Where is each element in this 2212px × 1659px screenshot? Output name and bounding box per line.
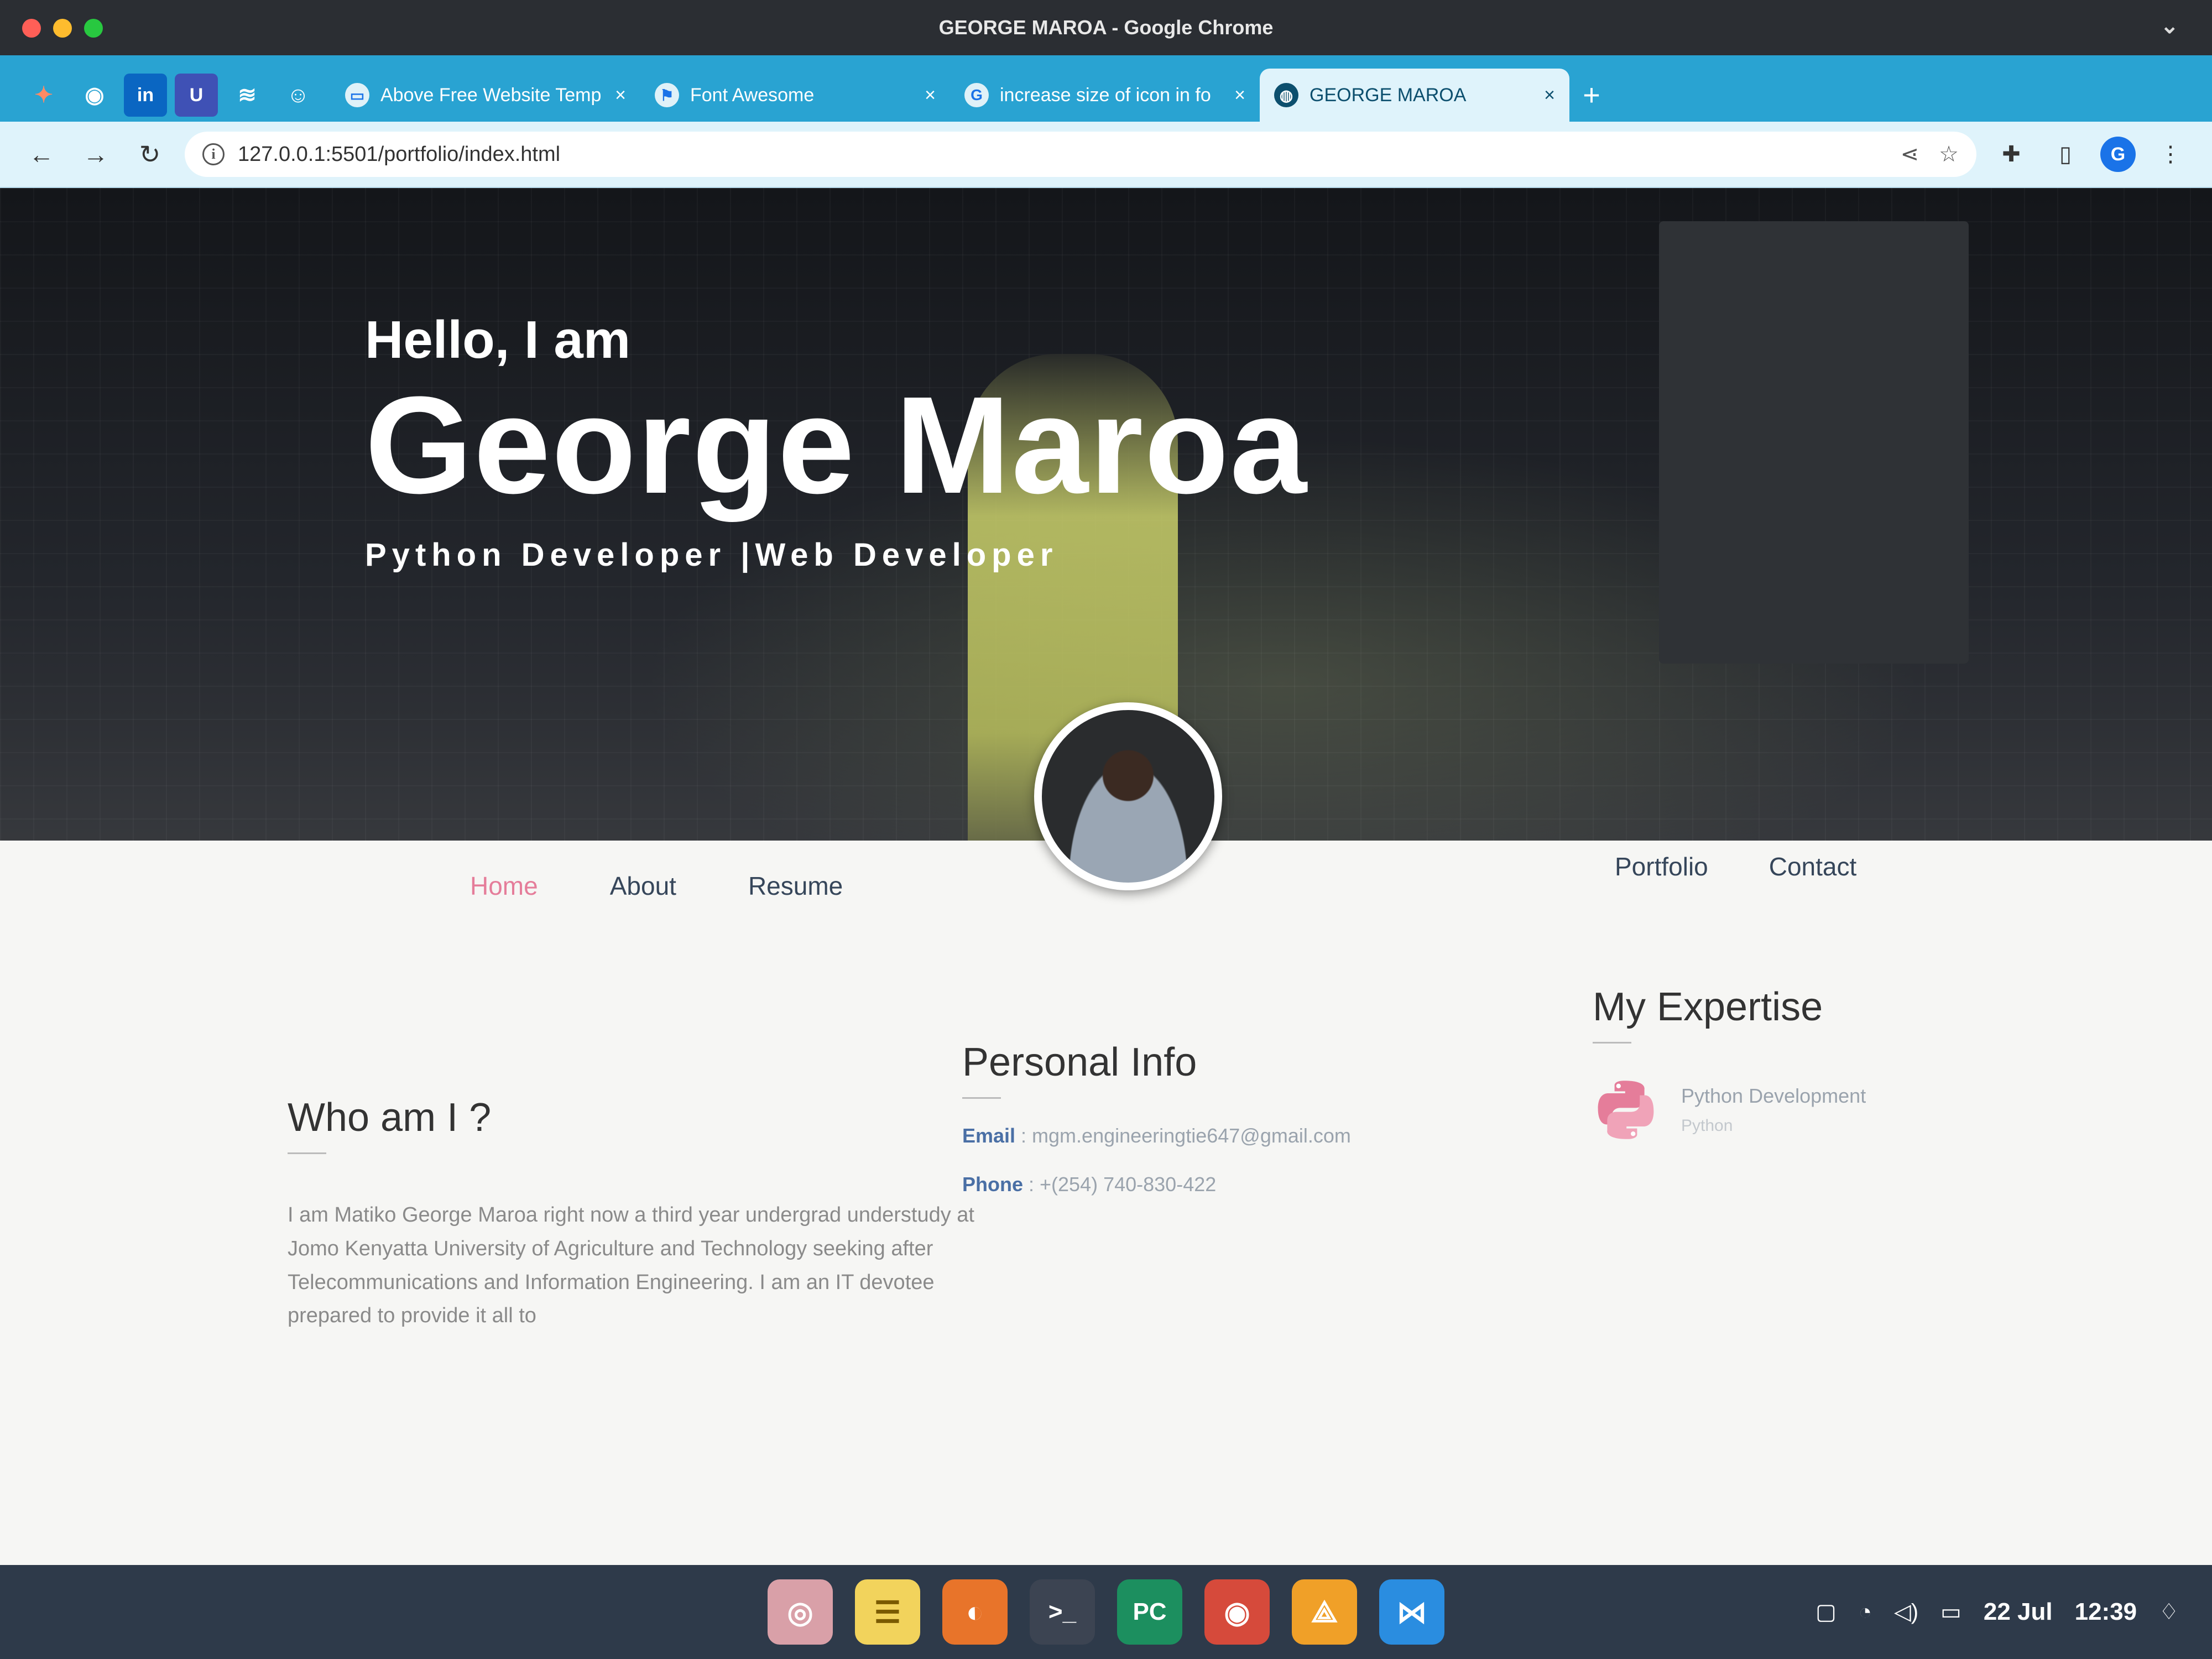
share-icon[interactable]: ⋖ [1901, 142, 1919, 167]
vscode-icon[interactable]: ⋈ [1379, 1579, 1444, 1645]
hero-text: Hello, I am George Maroa Python Develope… [365, 310, 1308, 573]
section-divider [288, 1152, 326, 1154]
new-tab-button[interactable]: + [1569, 69, 1614, 122]
nav-right: Portfolio Contact [1615, 852, 1856, 881]
google-icon: G [964, 83, 989, 107]
pinned-tab-copilot[interactable]: ☺ [276, 74, 320, 117]
expertise-item-subtitle: Python [1681, 1117, 1733, 1135]
expertise-text: Python Development Python [1681, 1084, 1866, 1135]
hero-background-window [1659, 221, 1969, 664]
url-text[interactable]: 127.0.0.1:5501/portfolio/index.html [238, 143, 560, 166]
who-text: I am Matiko George Maroa right now a thi… [288, 1203, 974, 1328]
notes-app-icon[interactable]: ☰ [855, 1579, 920, 1645]
terminal-icon[interactable]: >_ [1030, 1579, 1095, 1645]
email-label: Email [962, 1124, 1016, 1147]
close-window-button[interactable] [22, 19, 41, 38]
os-taskbar: ◎ ☰ ◐ >_ PC ◉ ⟁ ⋈ ▢ ◔ ◁) ▭ 22 Jul 12:39 … [0, 1565, 2212, 1659]
section-divider [1593, 1042, 1631, 1044]
omnibox-actions: ⋖ ☆ [1901, 142, 1959, 167]
notification-square-icon[interactable]: ▢ [1815, 1599, 1837, 1625]
reload-icon[interactable]: ↻ [131, 135, 169, 174]
minimize-window-button[interactable] [53, 19, 72, 38]
forward-arrow-icon[interactable]: → [76, 135, 115, 174]
who-section: Who am I ? I am Matiko George Maroa righ… [288, 1095, 979, 1333]
tab-strip: ✦ ◉ in U ≋ ☺ ▭ Above Free Website Temp ×… [0, 55, 2212, 122]
battery-icon[interactable]: ▭ [1940, 1599, 1961, 1625]
tab-font-awesome[interactable]: ⚑ Font Awesome × [640, 69, 950, 122]
profile-photo [1034, 702, 1222, 890]
phone-value[interactable]: : +(254) 740-830-422 [1029, 1173, 1216, 1196]
tab-title: GEORGE MAROA [1310, 84, 1467, 106]
close-icon[interactable]: × [1234, 85, 1245, 106]
nav-left: Home About Resume [470, 871, 843, 901]
tab-google-search[interactable]: G increase size of icon in fo × [950, 69, 1260, 122]
back-arrow-icon[interactable]: ← [22, 135, 61, 174]
phone-label: Phone [962, 1173, 1024, 1196]
screenshot-app-icon[interactable]: ◎ [768, 1579, 833, 1645]
pinned-tab-github[interactable]: ◉ [73, 74, 116, 117]
tab-title: increase size of icon in fo [1000, 84, 1211, 106]
tab-title: Font Awesome [690, 84, 815, 106]
firefox-icon[interactable]: ◐ [942, 1579, 1008, 1645]
system-tray: ▢ ◔ ◁) ▭ 22 Jul 12:39 ♢ [1815, 1565, 2179, 1659]
nav-contact[interactable]: Contact [1769, 852, 1857, 881]
tab-above-template[interactable]: ▭ Above Free Website Temp × [331, 69, 640, 122]
info-icon[interactable]: i [202, 143, 225, 165]
diagram-app-icon[interactable]: ⟁ [1292, 1579, 1357, 1645]
hero-greeting: Hello, I am [365, 310, 631, 369]
date-text[interactable]: 22 Jul [1984, 1598, 2053, 1626]
pinned-tab-u[interactable]: U [175, 74, 218, 117]
personal-info-section: Personal Info Email: mgm.engineeringtie6… [962, 1040, 1543, 1196]
close-icon[interactable]: × [925, 85, 936, 106]
nav-resume[interactable]: Resume [748, 871, 843, 901]
extensions-puzzle-icon[interactable]: ✚ [1992, 135, 2031, 174]
nav-home[interactable]: Home [470, 871, 538, 901]
maximize-window-button[interactable] [84, 19, 103, 38]
volume-icon[interactable]: ◁) [1894, 1599, 1918, 1625]
expertise-section: My Expertise Python Development Python [1593, 984, 2090, 1143]
python-icon [1598, 1081, 1654, 1139]
wifi-icon[interactable]: ◔ [1859, 1600, 1872, 1625]
address-bar[interactable]: i 127.0.0.1:5501/portfolio/index.html ⋖ … [185, 132, 1976, 177]
tab-title: Above Free Website Temp [380, 84, 602, 106]
pinned-tabs: ✦ ◉ in U ≋ ☺ [22, 69, 320, 122]
kebab-menu-icon[interactable]: ⋮ [2151, 135, 2190, 174]
tab-george-maroa[interactable]: ◍ GEORGE MAROA × [1260, 69, 1569, 122]
bookmark-star-icon[interactable]: ☆ [1939, 142, 1959, 167]
phone-row: Phone: +(254) 740-830-422 [962, 1173, 1543, 1196]
window-titlebar: GEORGE MAROA - Google Chrome ⌄ [0, 0, 2212, 55]
hero-roles: Python Developer |Web Developer [365, 537, 1058, 573]
browser-toolbar: ← → ↻ i 127.0.0.1:5501/portfolio/index.h… [0, 122, 2212, 188]
pinned-tab-colorful[interactable]: ✦ [22, 74, 65, 117]
who-title: Who am I ? [288, 1095, 492, 1140]
close-icon[interactable]: × [1544, 85, 1555, 106]
pinned-tab-wavy[interactable]: ≋ [226, 74, 269, 117]
time-text[interactable]: 12:39 [2075, 1598, 2137, 1626]
page-icon: ▭ [345, 83, 369, 107]
side-panel-icon[interactable]: ▯ [2046, 135, 2085, 174]
chrome-icon[interactable]: ◉ [1204, 1579, 1270, 1645]
page-viewport: Hello, I am George Maroa Python Develope… [0, 188, 2212, 1565]
flag-icon: ⚑ [655, 83, 679, 107]
section-divider [962, 1097, 1001, 1099]
expertise-title: My Expertise [1593, 985, 1823, 1029]
hero-name: George Maroa [365, 368, 1308, 522]
chevron-down-icon[interactable]: ⌄ [2160, 13, 2179, 39]
window-controls [22, 19, 103, 38]
close-icon[interactable]: × [615, 85, 626, 106]
pinned-tab-linkedin[interactable]: in [124, 74, 167, 117]
globe-icon: ◍ [1274, 83, 1298, 107]
expertise-item: Python Development Python [1593, 1077, 2090, 1143]
pycharm-icon[interactable]: PC [1117, 1579, 1182, 1645]
bell-icon[interactable]: ♢ [2159, 1599, 2179, 1625]
nav-about[interactable]: About [610, 871, 676, 901]
expertise-item-title: Python Development [1681, 1084, 1866, 1107]
window-title: GEORGE MAROA - Google Chrome [938, 16, 1274, 39]
profile-avatar[interactable]: G [2100, 137, 2136, 172]
nav-portfolio[interactable]: Portfolio [1615, 852, 1708, 881]
personal-info-title: Personal Info [962, 1040, 1197, 1084]
email-value[interactable]: : mgm.engineeringtie647@gmail.com [1021, 1124, 1351, 1147]
email-row: Email: mgm.engineeringtie647@gmail.com [962, 1124, 1543, 1147]
